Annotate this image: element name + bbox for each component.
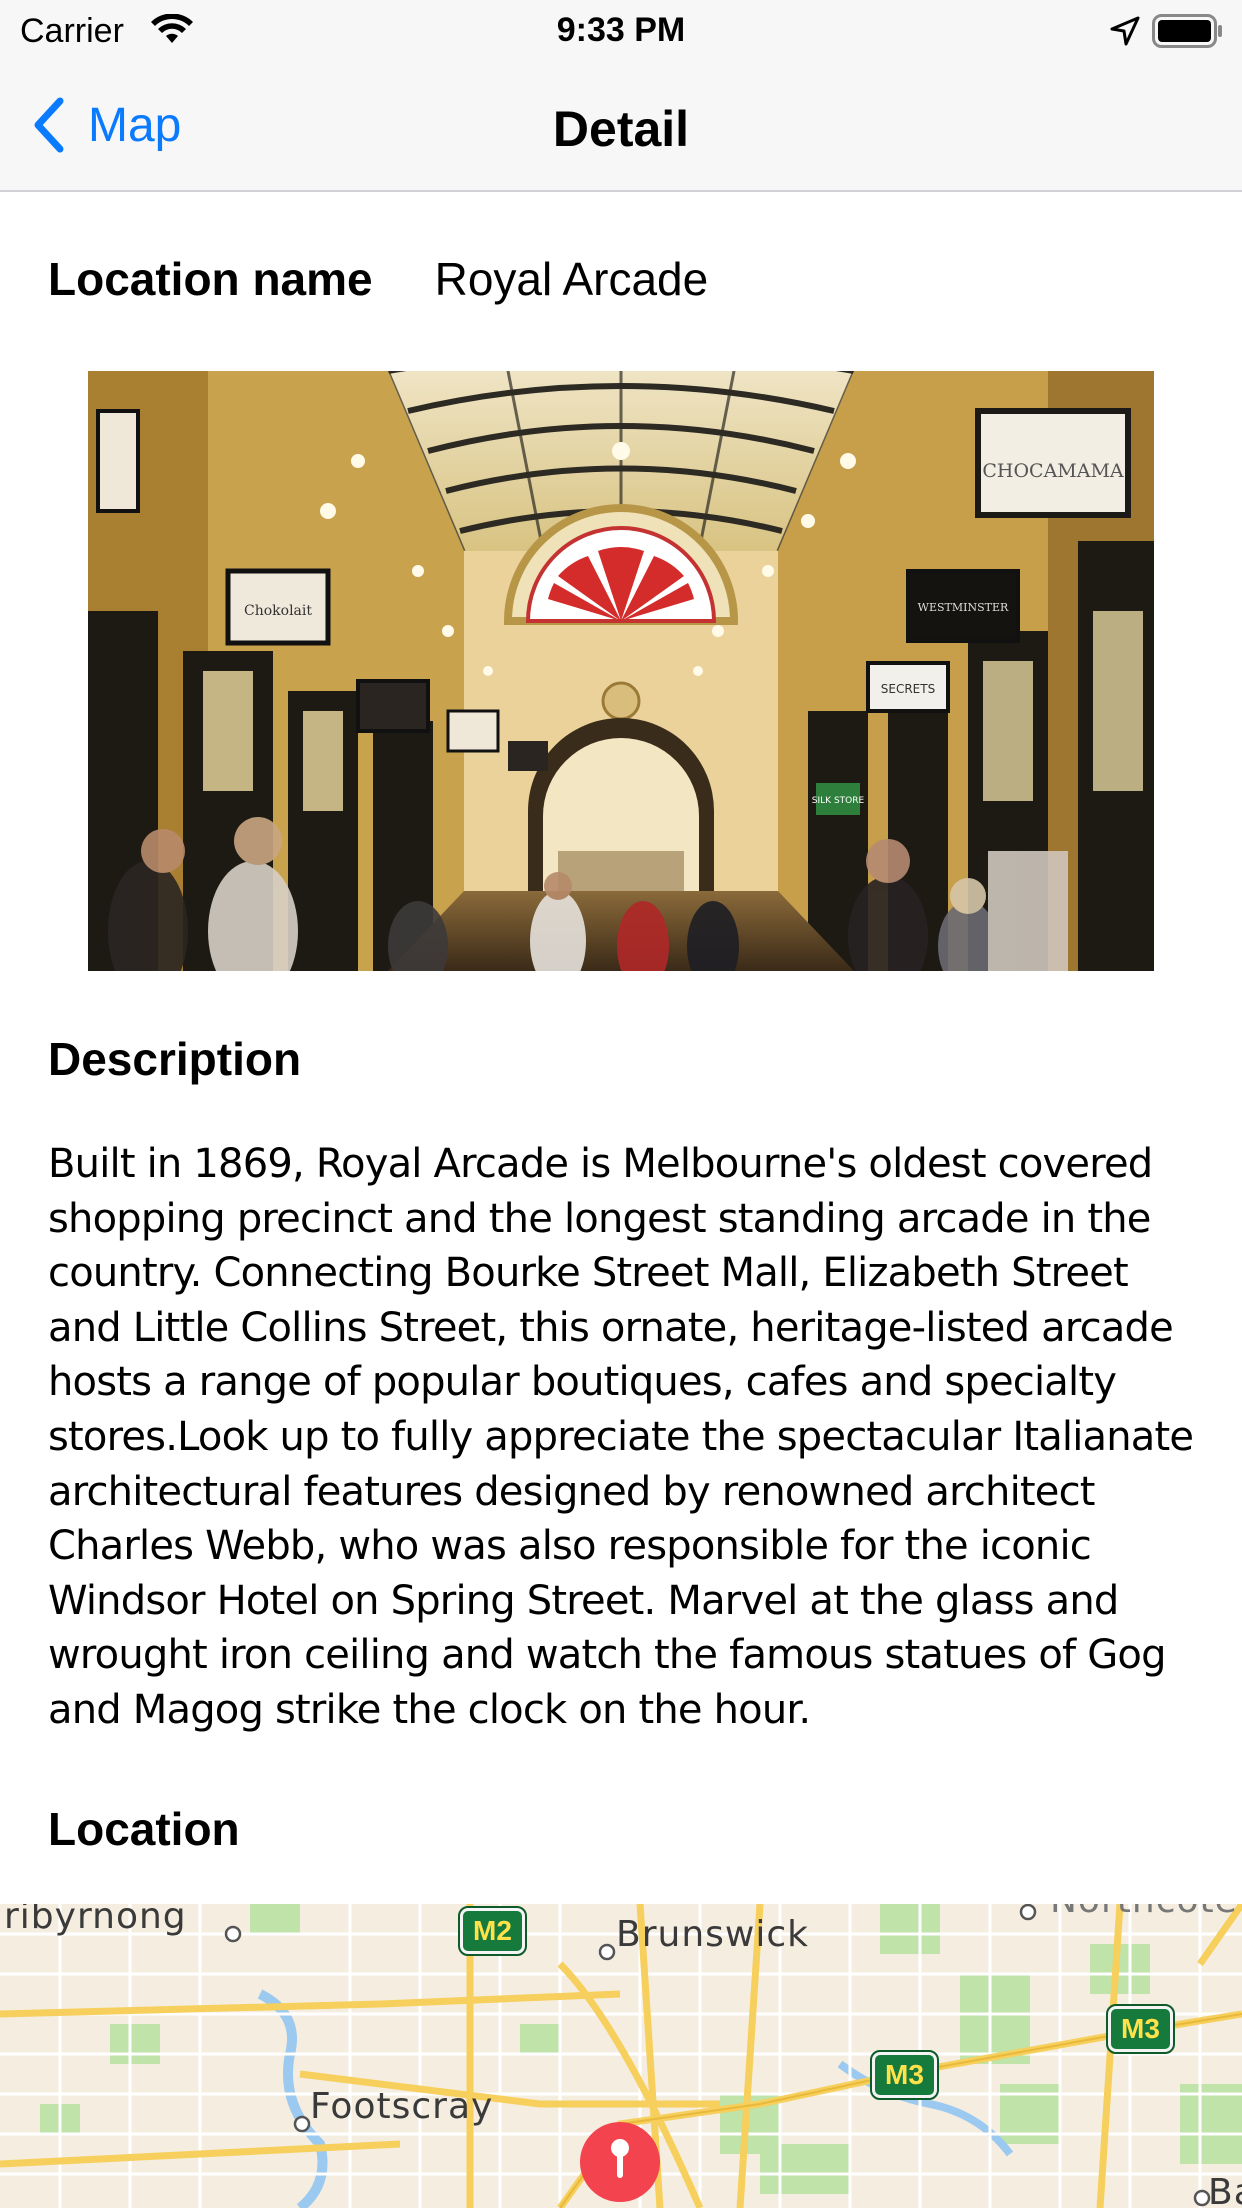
map-label-edge: Ba <box>1208 2172 1242 2208</box>
location-name-row: Location name Royal Arcade <box>48 252 708 306</box>
road-shield-m3: M3 <box>870 2050 939 2100</box>
road-shield-m3-east: M3 <box>1106 2004 1175 2054</box>
sign-westminster: WESTMINSTER <box>918 601 1009 614</box>
battery-icon <box>1152 14 1222 48</box>
status-bar: Carrier 9:33 PM <box>0 0 1242 60</box>
sign-secrets: SECRETS <box>881 682 935 696</box>
sign-chokolait: Chokolait <box>244 603 312 619</box>
map-pin-icon[interactable] <box>578 2118 662 2208</box>
location-name-value: Royal Arcade <box>434 253 709 305</box>
location-photo: CHOCAMAMA WESTMINSTER SECRETS SILK STORE… <box>88 371 1154 971</box>
map-label-maribyrnong: ribyrnong <box>4 1904 187 1937</box>
detail-content: Location name Royal Arcade CHOCAMAMA WES… <box>0 192 1242 1904</box>
location-arrow-icon <box>1110 16 1140 46</box>
location-heading: Location <box>48 1803 240 1855</box>
location-name-label: Location name <box>48 253 373 305</box>
map-label-brunswick: Brunswick <box>616 1914 809 1955</box>
description-text: Built in 1869, Royal Arcade is Melbourne… <box>48 1141 1194 1733</box>
map-label-northcote: Northcote <box>1050 1904 1238 1921</box>
sign-silk-store: SILK STORE <box>812 796 865 806</box>
status-time: 9:33 PM <box>556 11 686 49</box>
map-label-footscray: Footscray <box>310 2086 494 2127</box>
description-heading: Description <box>48 1033 302 1085</box>
navigation-bar: Map Detail <box>0 60 1242 192</box>
page-title: Detail <box>552 101 690 157</box>
sign-chocamama: CHOCAMAMA <box>982 460 1124 482</box>
road-shield-m2: M2 <box>458 1906 527 1956</box>
